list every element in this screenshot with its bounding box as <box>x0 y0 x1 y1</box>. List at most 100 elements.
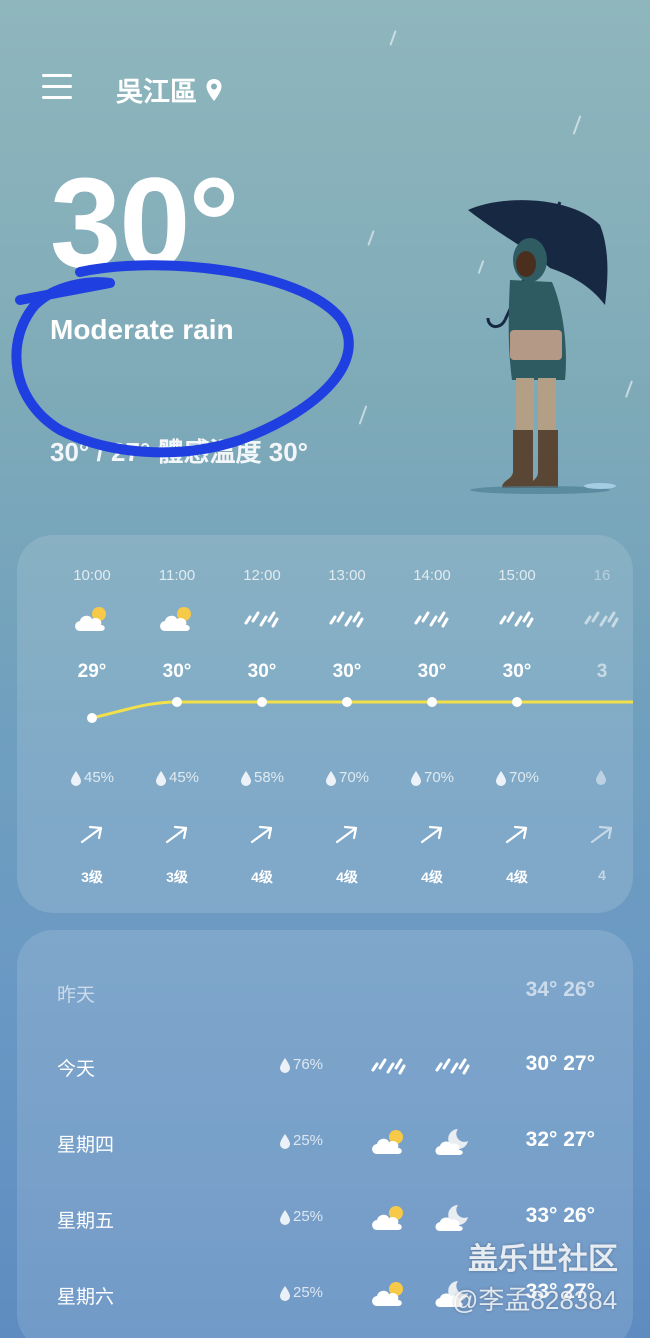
hourly-temp: 3 <box>596 661 608 682</box>
location-pin-icon <box>206 78 222 101</box>
daily-rain-value: 76% <box>293 1056 324 1073</box>
raindrop-icon <box>240 770 251 786</box>
hourly-time: 14:00 <box>413 567 451 584</box>
temp-point <box>257 697 267 707</box>
partly-cloudy-icon <box>367 1274 411 1314</box>
hi-lo-feels-like: 30° / 27° 體感溫度 30° <box>50 437 309 467</box>
hourly-rain-value: 58% <box>253 769 285 786</box>
current-condition: Moderate rain <box>50 314 234 345</box>
umbrella-person-illustration <box>468 200 616 494</box>
raindrop-icon <box>280 1133 290 1149</box>
hourly-rain-chance: 45% <box>134 769 220 786</box>
hourly-wind <box>559 819 633 849</box>
daily-row[interactable]: 星期五 25% 33° 26° <box>17 1198 633 1238</box>
hourly-temp: 30° <box>162 661 192 682</box>
hourly-wind-level: 3级 <box>81 869 103 885</box>
hourly-wind-level: 3级 <box>166 869 188 885</box>
daily-row[interactable]: 星期四 25% 32° 27° <box>17 1122 633 1162</box>
hourly-temp: 30° <box>502 661 532 682</box>
hourly-wind <box>219 819 305 849</box>
daily-rain-chance: 76% <box>279 1056 323 1073</box>
daily-rain-value: 25% <box>293 1132 324 1149</box>
rain-icon <box>244 609 280 634</box>
hourly-weather-icon <box>134 601 220 641</box>
daily-temps: 32° 27° <box>525 1128 595 1151</box>
daily-row[interactable]: 昨天 34° 26° <box>17 972 633 1012</box>
current-temperature: 30° <box>50 152 240 295</box>
wind-direction-icon <box>335 825 358 844</box>
hourly-wind-level: 4级 <box>336 869 358 885</box>
temp-point <box>87 713 97 723</box>
raindrop-icon <box>280 1209 290 1225</box>
temp-point <box>342 697 352 707</box>
hourly-weather-icon <box>49 601 135 641</box>
hourly-forecast-card[interactable]: 10:00 29° 45% 3级 11:00 30° 45% 3级 12:00 30° 58% 4级 1… <box>17 535 633 913</box>
hourly-temperature-line <box>87 697 633 723</box>
hourly-time: 10:00 <box>73 567 111 584</box>
temp-point <box>427 697 437 707</box>
daily-rain-chance: 25% <box>279 1208 323 1225</box>
rain-icon <box>367 1046 411 1086</box>
cloudy-moon-icon <box>431 1198 475 1238</box>
hamburger-menu-icon[interactable] <box>42 74 72 100</box>
partly-cloudy-icon <box>72 605 112 638</box>
rain-icon <box>584 609 620 634</box>
hourly-wind-level: 4 <box>598 867 606 883</box>
hourly-rain-value: 70% <box>338 769 370 786</box>
hourly-temp: 30° <box>332 661 362 682</box>
rain-icon <box>414 609 450 634</box>
hourly-weather-icon <box>559 601 633 641</box>
daily-row[interactable]: 今天 76% 30° 27° <box>17 1046 633 1086</box>
hourly-rain-value: 45% <box>168 769 200 786</box>
hourly-time: 16 <box>593 567 611 584</box>
rain-icon <box>431 1046 475 1086</box>
hourly-wind <box>474 819 560 849</box>
wind-direction-icon <box>250 825 273 844</box>
hourly-rain-chance: 45% <box>49 769 135 786</box>
hourly-wind <box>304 819 390 849</box>
daily-temps: 34° 26° <box>525 978 595 1001</box>
rain-icon <box>329 609 365 634</box>
raindrop-icon <box>280 1057 290 1073</box>
hourly-rain-chance: 58% <box>219 769 305 786</box>
daily-day: 星期五 <box>57 1211 115 1232</box>
temp-point <box>512 697 522 707</box>
hourly-time: 15:00 <box>498 567 536 584</box>
daily-rain-chance: 25% <box>279 1132 323 1149</box>
hourly-wind-level: 4级 <box>251 869 273 885</box>
location-selector[interactable]: 吳江區 <box>116 70 223 109</box>
hourly-weather-icon <box>389 601 475 641</box>
hourly-wind-level: 4级 <box>506 869 528 885</box>
hourly-rain-chance: 70% <box>389 769 475 786</box>
daily-rain-chance: 25% <box>279 1284 323 1301</box>
wind-direction-icon <box>505 825 528 844</box>
wind-direction-icon <box>420 825 443 844</box>
daily-day: 星期六 <box>57 1287 115 1308</box>
hourly-weather-icon <box>474 601 560 641</box>
watermark-user: @李孟828384 <box>452 1285 618 1315</box>
raindrop-icon <box>70 770 81 786</box>
wind-direction-icon <box>80 825 103 844</box>
temp-point <box>172 697 182 707</box>
daily-temps: 33° 26° <box>525 1204 595 1227</box>
hourly-time: 12:00 <box>243 567 281 584</box>
hourly-rain-value: 70% <box>423 769 455 786</box>
raindrop-icon <box>155 770 166 786</box>
hourly-rain-value: 70% <box>508 769 540 786</box>
partly-cloudy-icon <box>367 1198 411 1238</box>
raindrop-icon <box>325 770 336 786</box>
hourly-weather-icon <box>304 601 390 641</box>
hourly-temp: 29° <box>77 661 107 682</box>
hourly-rain-value: 45% <box>83 769 115 786</box>
cloudy-moon-icon <box>431 1122 475 1162</box>
location-name: 吳江區 <box>116 77 197 107</box>
watermark-community: 盖乐世社区 <box>468 1243 618 1276</box>
partly-cloudy-icon <box>367 1122 411 1162</box>
rain-icon <box>499 609 535 634</box>
raindrop-icon <box>596 770 606 785</box>
hourly-temp: 30° <box>247 661 277 682</box>
hourly-wind <box>134 819 220 849</box>
hourly-time: 11:00 <box>158 567 196 584</box>
daily-day: 今天 <box>57 1059 96 1080</box>
daily-temps: 30° 27° <box>525 1052 595 1075</box>
